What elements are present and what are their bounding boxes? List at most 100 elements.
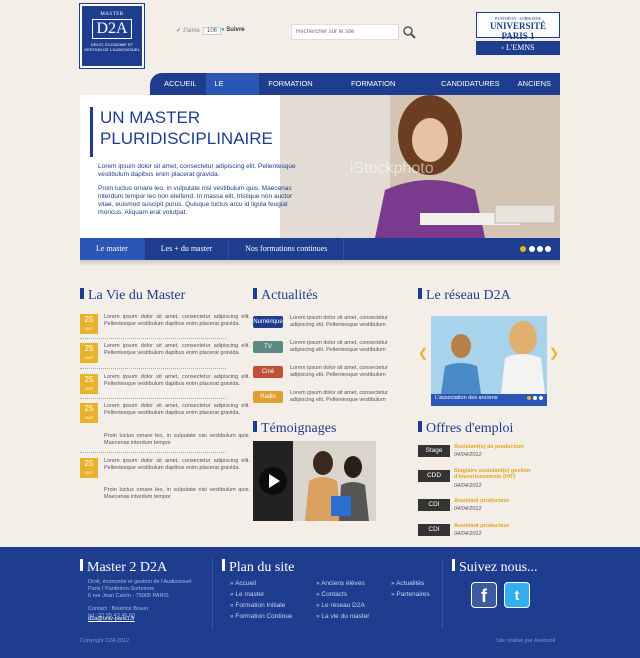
twitter-bird-icon: ● — [221, 27, 225, 33]
actualite-text[interactable]: Lorem ipsum dolor sit amet, consectetur … — [290, 315, 396, 329]
tag-radio[interactable]: Radio — [253, 391, 283, 403]
footer-title-master: Master 2 D2A — [80, 559, 167, 576]
footer-link-actualites[interactable]: Actualités — [391, 580, 424, 587]
job-date: 04/04/2012 — [454, 452, 482, 458]
chevron-right-icon: › — [501, 43, 505, 52]
tab-les-plus[interactable]: Les + du master — [145, 238, 230, 260]
footer-link-accueil[interactable]: Accueil — [230, 580, 256, 587]
svg-text:iStockphoto: iStockphoto — [350, 160, 434, 177]
date-badge: 25 AVR — [80, 403, 98, 423]
like-button[interactable]: ✔ J'aime — [176, 27, 200, 34]
job-title-link[interactable]: Assistant producteur — [454, 523, 558, 529]
hero-title-bar — [90, 107, 93, 157]
footer-email-link[interactable]: d2a@univ-paris1.fr — [88, 616, 135, 623]
actualite-text[interactable]: Lorem ipsum dolor sit amet, consectetur … — [290, 340, 396, 354]
temoignages-title: Témoignages — [253, 421, 336, 437]
footer-link-contacts[interactable]: Contacts — [316, 591, 347, 598]
footer-link-le-master[interactable]: Le master — [230, 591, 264, 598]
date-badge: 25 AVR — [80, 374, 98, 394]
job-title-link[interactable]: Assistant(e) de production — [454, 444, 558, 450]
university-logo[interactable]: PANTHÉON - SORBONNE UNIVERSITÉ PARIS 1 — [476, 12, 560, 41]
nav-item-formation-continue[interactable]: FORMATION CONTINUE — [342, 73, 432, 110]
hero-shadow — [80, 260, 560, 266]
actualites-title: Actualités — [253, 288, 318, 304]
job-type-badge: Stage — [418, 445, 450, 457]
footer-title-suivez: Suivez nous... — [452, 559, 538, 576]
footer-divider — [442, 559, 443, 629]
job-title-link[interactable]: Assistant producteur — [454, 498, 558, 504]
slider-dot-4[interactable] — [545, 246, 551, 252]
footer-link-anciens[interactable]: Anciens élèves — [316, 580, 365, 587]
carousel-dot[interactable] — [527, 396, 531, 400]
footer-link-vie[interactable]: La vie du master — [316, 613, 369, 620]
play-icon[interactable] — [259, 467, 287, 495]
reseau-caption: L'association des anciens — [435, 395, 498, 401]
job-title-link[interactable]: Stagiaire assistant(e) gestion d'investi… — [454, 468, 558, 480]
date-badge: 25 AVR — [80, 458, 98, 478]
divider — [80, 398, 226, 399]
divider — [80, 368, 226, 369]
date-badge: 25 AVR — [80, 343, 98, 363]
vie-title: La Vie du Master — [80, 288, 185, 304]
tab-le-master[interactable]: Le master — [80, 238, 145, 260]
divider — [80, 338, 226, 339]
carousel-dot[interactable] — [533, 396, 537, 400]
emns-button[interactable]: › L'EMNS — [476, 41, 560, 55]
slider-dot-1[interactable] — [520, 246, 526, 252]
footer-link-reseau[interactable]: Le réseau D2A — [316, 602, 364, 609]
footer-title-plan: Plan du site — [222, 559, 294, 576]
job-date: 04/04/2012 — [454, 483, 482, 489]
reseau-image[interactable]: L'association des anciens — [431, 316, 547, 406]
arrow-left-icon[interactable]: ❮ — [418, 346, 428, 360]
like-count: 106 — [203, 27, 222, 35]
temoignage-video[interactable] — [253, 441, 376, 521]
hero-slider: iStockphoto UN MASTER PLURIDISCIPLINAIRE… — [80, 95, 560, 238]
footer-divider — [212, 559, 213, 629]
main-nav: ACCUEIL LE MASTER FORMATION INITIALE FOR… — [150, 73, 560, 110]
job-date: 04/04/2012 — [454, 506, 482, 512]
facebook-icon[interactable]: f — [472, 583, 496, 607]
job-type-badge: CDI — [418, 524, 450, 536]
actualite-text[interactable]: Lorem ipsum dolor sit amet, consectetur … — [290, 390, 396, 404]
offres-title: Offres d'emploi — [418, 421, 513, 437]
footer-link-formation-initiale[interactable]: Formation Initiale — [230, 602, 285, 609]
copyright: Copyright D2A 2012 — [80, 638, 130, 644]
nav-item-candidatures[interactable]: CANDIDATURES — [432, 73, 509, 95]
search-input[interactable] — [291, 24, 399, 40]
date-badge: 25 AVR — [80, 314, 98, 334]
slider-dot-3[interactable] — [537, 246, 543, 252]
site-footer: Master 2 D2A Droit, économie et gestion … — [0, 547, 640, 658]
tab-formations-continues[interactable]: Nos formations continues — [229, 238, 345, 260]
nav-item-anciens[interactable]: ANCIENS — [509, 73, 560, 95]
follow-button[interactable]: ● Suivre — [221, 27, 245, 33]
footer-link-formation-continue[interactable]: Formation Continue — [230, 613, 292, 620]
arrow-right-icon[interactable]: ❯ — [549, 346, 559, 360]
hero-title: UN MASTER PLURIDISCIPLINAIRE — [100, 108, 273, 148]
nav-item-le-master[interactable]: LE MASTER — [205, 73, 260, 110]
hero-paragraph-2: Proin luctus ornare leo, in vulputate ni… — [98, 185, 293, 216]
hero-paragraph-1: Lorem ipsum dolor sit amet, consectetur … — [98, 163, 296, 178]
tag-tv[interactable]: TV — [253, 341, 283, 353]
site-credit[interactable]: Site réalisé par Axebook — [496, 638, 555, 644]
job-type-badge: CDI — [418, 499, 450, 511]
job-type-badge: CDD — [418, 470, 450, 482]
tag-numerique[interactable]: Numérique — [253, 316, 283, 328]
nav-item-accueil[interactable]: ACCUEIL — [150, 73, 206, 95]
footer-address: Droit, économie et gestion de l'Audiovis… — [88, 579, 192, 619]
job-date: 04/04/2012 — [454, 531, 482, 537]
alumni-photo — [431, 316, 547, 394]
slider-dot-2[interactable] — [529, 246, 535, 252]
reseau-title: Le réseau D2A — [418, 288, 511, 304]
carousel-dot[interactable] — [539, 396, 543, 400]
hero-image: iStockphoto — [280, 95, 560, 238]
divider — [80, 452, 226, 453]
search-icon[interactable] — [402, 24, 416, 40]
tag-cine[interactable]: Ciné — [253, 366, 283, 378]
actualite-text[interactable]: Lorem ipsum dolor sit amet, consectetur … — [290, 365, 396, 379]
nav-item-formation-initiale[interactable]: FORMATION INITIALE — [259, 73, 342, 110]
hero-tabs: Le master Les + du master Nos formations… — [80, 238, 560, 260]
site-logo[interactable]: MASTER D2A DROIT, ÉCONOMIE ET GESTION DE… — [79, 3, 145, 69]
footer-link-partenaires[interactable]: Partenaires — [391, 591, 429, 598]
student-photo: iStockphoto — [280, 95, 560, 238]
twitter-icon[interactable]: t — [505, 583, 529, 607]
